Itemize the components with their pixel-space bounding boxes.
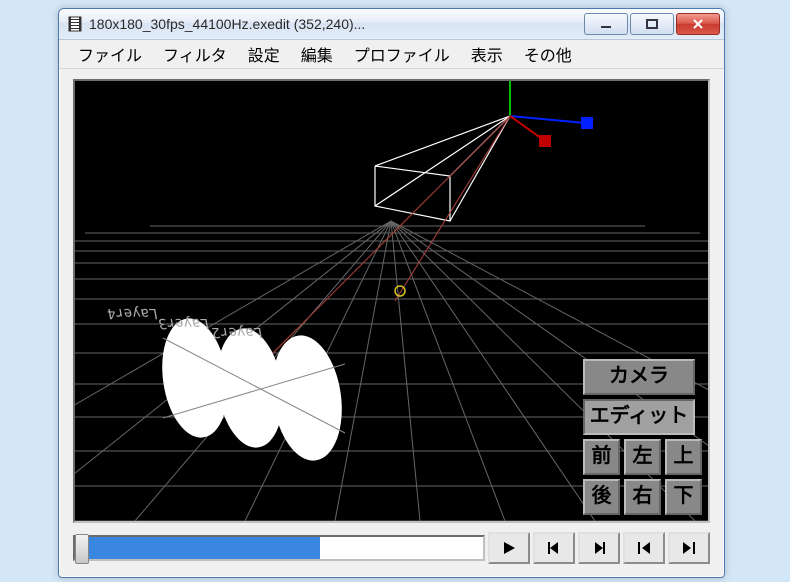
- seek-slider[interactable]: [73, 535, 485, 561]
- viewport-3d[interactable]: Layer2 Layer3 Layer4 カメラ エディット 前 左 上 後 右…: [73, 79, 710, 523]
- menubar: ファイル フィルタ 設定 編集 プロファイル 表示 その他: [59, 40, 724, 69]
- play-button[interactable]: [488, 532, 530, 564]
- seek-start-button[interactable]: [623, 532, 665, 564]
- step-back-icon: [546, 540, 562, 556]
- window-title: 180x180_30fps_44100Hz.exedit (352,240)..…: [89, 16, 584, 32]
- menu-profile[interactable]: プロファイル: [345, 40, 459, 68]
- nav-right-button[interactable]: 右: [624, 479, 661, 515]
- play-icon: [501, 540, 517, 556]
- pivot-marker: [395, 286, 405, 296]
- menu-view[interactable]: 表示: [462, 40, 512, 68]
- minimize-button[interactable]: [584, 13, 628, 35]
- menu-filter[interactable]: フィルタ: [154, 40, 236, 68]
- nav-left-button[interactable]: 左: [624, 439, 661, 475]
- nav-back-button[interactable]: 後: [583, 479, 620, 515]
- seek-end-icon: [681, 540, 697, 556]
- menu-file[interactable]: ファイル: [69, 40, 151, 68]
- svg-text:Layer4: Layer4: [106, 305, 159, 321]
- close-icon: [692, 18, 704, 30]
- app-window: 180x180_30fps_44100Hz.exedit (352,240)..…: [58, 8, 725, 578]
- nav-top-button[interactable]: 上: [665, 439, 702, 475]
- minimize-icon: [600, 18, 612, 30]
- seek-fill: [75, 537, 320, 559]
- maximize-button[interactable]: [630, 13, 674, 35]
- menu-settings[interactable]: 設定: [239, 40, 289, 68]
- view-nav-panel: カメラ エディット 前 左 上 後 右 下: [583, 359, 702, 515]
- nav-front-button[interactable]: 前: [583, 439, 620, 475]
- titlebar[interactable]: 180x180_30fps_44100Hz.exedit (352,240)..…: [59, 9, 724, 40]
- seek-handle[interactable]: [75, 534, 89, 564]
- seek-end-button[interactable]: [668, 532, 710, 564]
- camera-frustum: [375, 116, 510, 221]
- nav-edit-button[interactable]: エディット: [583, 399, 695, 435]
- step-back-button[interactable]: [533, 532, 575, 564]
- menu-other[interactable]: その他: [515, 40, 581, 68]
- step-forward-button[interactable]: [578, 532, 620, 564]
- menu-edit[interactable]: 編集: [292, 40, 342, 68]
- transport-bar: [73, 529, 710, 567]
- seek-start-icon: [636, 540, 652, 556]
- svg-text:Layer2: Layer2: [210, 324, 263, 340]
- window-buttons: [584, 13, 720, 35]
- nav-camera-button[interactable]: カメラ: [583, 359, 695, 395]
- svg-text:Layer3: Layer3: [157, 315, 210, 331]
- step-forward-icon: [591, 540, 607, 556]
- maximize-icon: [646, 18, 658, 30]
- app-icon: [67, 16, 83, 32]
- axis-gizmo: [510, 81, 593, 147]
- close-button[interactable]: [676, 13, 720, 35]
- nav-bottom-button[interactable]: 下: [665, 479, 702, 515]
